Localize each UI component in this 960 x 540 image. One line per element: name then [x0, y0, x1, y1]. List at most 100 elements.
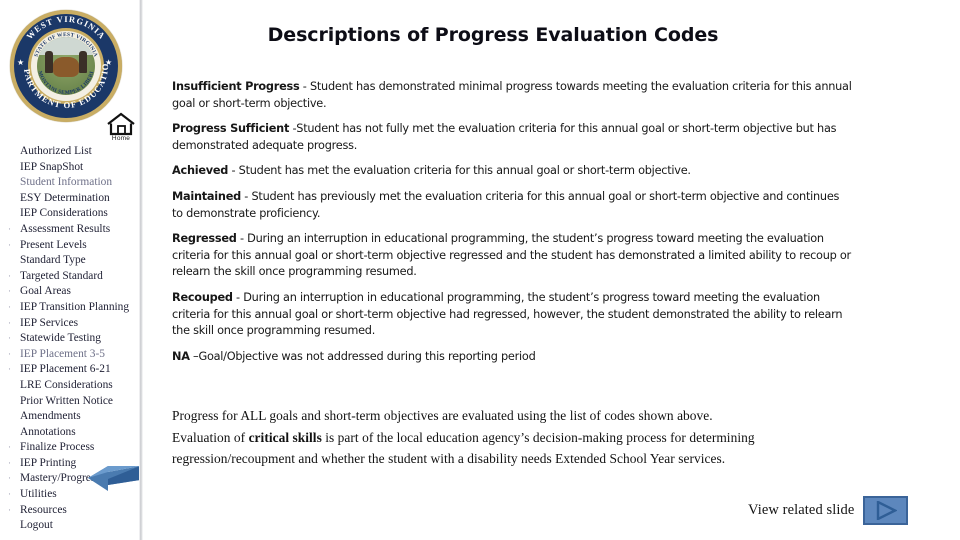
sidebar-item-bullet-icon: ·	[8, 504, 11, 515]
sidebar-item-bullet-icon: ·	[8, 270, 11, 281]
summary-critical-skills-emphasis: critical skills	[248, 429, 322, 445]
summary-line-2-post: is part of the local education agency’s …	[321, 429, 755, 445]
sidebar-item-iep-considerations[interactable]: IEP Considerations	[0, 206, 138, 222]
evaluation-code-description: - During an interruption in educational …	[172, 290, 843, 338]
evaluation-code-term: Progress Sufficient	[172, 122, 290, 136]
sidebar-item-finalize-process[interactable]: · Finalize Process	[0, 440, 138, 456]
sidebar-item-label: ESY Determination	[20, 191, 110, 204]
sidebar-item-label: Statewide Testing	[20, 332, 101, 345]
sidebar-item-bullet-icon: ·	[8, 286, 11, 297]
sidebar-item-bullet-icon: ·	[8, 442, 11, 453]
sidebar-item-label: Targeted Standard	[20, 269, 103, 282]
sidebar-item-iep-placement-3-5[interactable]: · IEP Placement 3-5	[0, 347, 138, 363]
sidebar-item-label: Utilities	[20, 488, 57, 501]
sidebar-item-bullet-icon: ·	[8, 239, 11, 250]
evaluation-code-item: Insufficient Progress - Student has demo…	[172, 79, 852, 112]
sidebar-item-prior-written-notice[interactable]: Prior Written Notice	[0, 394, 138, 410]
sidebar-item-assessment-results[interactable]: · Assessment Results	[0, 222, 138, 238]
sidebar-item-label: LRE Considerations	[20, 378, 113, 391]
summary-line-2: Evaluation of critical skills is part of…	[172, 427, 882, 449]
sidebar-item-label: IEP Services	[20, 316, 79, 329]
evaluation-code-term: Maintained	[172, 189, 241, 203]
sidebar-item-label: Finalize Process	[20, 441, 95, 454]
evaluation-code-term: Achieved	[172, 164, 229, 178]
sidebar-item-standard-type[interactable]: Standard Type	[0, 253, 138, 269]
home-button[interactable]: Home	[104, 112, 138, 142]
evaluation-code-description: - Student has met the evaluation criteri…	[228, 164, 691, 178]
sidebar-item-statewide-testing[interactable]: · Statewide Testing	[0, 331, 138, 347]
page-title: Descriptions of Progress Evaluation Code…	[267, 24, 719, 46]
sidebar-item-label: IEP SnapShot	[20, 160, 84, 173]
sidebar-item-esy-determination[interactable]: ESY Determination	[0, 191, 138, 207]
evaluation-code-item: Progress Sufficient -Student has not ful…	[172, 121, 852, 154]
sidebar-item-label: Prior Written Notice	[20, 394, 113, 407]
sidebar-navigation: WEST VIRGINIA DEPARTMENT OF EDUCATION ST…	[0, 0, 140, 540]
seal-text-state-of-west-virginia: STATE OF WEST VIRGINIA	[33, 32, 98, 58]
sidebar-item-label: Logout	[20, 519, 53, 532]
slide-page: WEST VIRGINIA DEPARTMENT OF EDUCATION ST…	[0, 0, 960, 540]
sidebar-item-logout[interactable]: Logout	[0, 518, 138, 534]
sidebar-item-label: Annotations	[20, 425, 76, 438]
evaluation-code-description: - During an interruption in educational …	[172, 232, 851, 279]
sidebar-item-bullet-icon: ·	[8, 489, 11, 500]
sidebar-item-label: Resources	[20, 503, 67, 516]
seal-star-right: ★	[105, 58, 113, 67]
evaluation-code-item: NA –Goal/Objective was not addressed dur…	[172, 349, 852, 366]
home-icon	[107, 112, 135, 136]
sidebar-item-lre-considerations[interactable]: LRE Considerations	[0, 378, 138, 394]
sidebar-item-iep-placement-6-21[interactable]: · IEP Placement 6-21	[0, 362, 138, 378]
sidebar-item-bullet-icon: ·	[8, 348, 11, 359]
sidebar-item-label: Authorized List	[20, 145, 92, 157]
sidebar-item-annotations[interactable]: Annotations	[0, 425, 138, 441]
sidebar-item-label: IEP Transition Planning	[20, 300, 130, 313]
evaluation-code-item: Regressed - During an interruption in ed…	[172, 231, 852, 281]
sidebar-item-bullet-icon: ·	[8, 301, 11, 312]
sidebar-item-bullet-icon: ·	[8, 473, 11, 484]
sidebar-item-label: IEP Placement 6-21	[20, 363, 111, 376]
evaluation-code-term: Insufficient Progress	[172, 80, 300, 93]
home-label: Home	[111, 135, 131, 142]
sidebar-item-bullet-icon: ·	[8, 333, 11, 344]
sidebar-item-bullet-icon: ·	[8, 317, 11, 328]
next-slide-button[interactable]	[863, 496, 909, 525]
evaluation-code-item: Maintained - Student has previously met …	[172, 189, 852, 222]
sidebar-item-label: IEP Printing	[20, 456, 77, 469]
evaluation-code-term: Regressed	[172, 232, 237, 246]
sidebar-item-bullet-icon: ·	[8, 364, 11, 375]
sidebar-item-student-information[interactable]: Student Information	[0, 175, 138, 191]
sidebar-item-authorized-list[interactable]: Authorized List	[0, 144, 138, 160]
sidebar-item-present-levels[interactable]: · Present Levels	[0, 238, 138, 254]
seal-star-left: ★	[17, 58, 25, 67]
sidebar-item-label: Goal Areas	[20, 285, 71, 298]
sidebar-item-label: Standard Type	[20, 254, 86, 267]
play-triangle-icon	[876, 501, 897, 520]
sidebar-item-label: Amendments	[20, 410, 81, 423]
view-related-slide-label: View related slide	[748, 502, 855, 518]
sidebar-item-iep-services[interactable]: · IEP Services	[0, 316, 138, 332]
sidebar-item-iep-transition-planning[interactable]: · IEP Transition Planning	[0, 300, 138, 316]
sidebar-item-amendments[interactable]: Amendments	[0, 409, 138, 425]
summary-line-1: Progress for ALL goals and short-term ob…	[172, 408, 713, 423]
sidebar-item-label: IEP Placement 3-5	[20, 347, 105, 360]
sidebar-item-label: Present Levels	[20, 238, 87, 251]
evaluation-code-term: Recouped	[172, 290, 233, 304]
view-related-slide-control[interactable]: View related slide	[748, 496, 909, 525]
mastery-progress-callout-arrow	[88, 466, 140, 491]
sidebar-item-iep-snapshot[interactable]: IEP SnapShot	[0, 160, 138, 176]
seal-text-motto: MONTANI SEMPER LIBERI	[36, 70, 95, 96]
evaluation-code-description: –Goal/Objective was not addressed during…	[189, 349, 536, 363]
evaluation-code-item: Recouped - During an interruption in edu…	[172, 290, 852, 340]
sidebar-item-label: Assessment Results	[20, 222, 111, 235]
evaluation-code-description: - Student has previously met the evaluat…	[172, 189, 840, 220]
sidebar-item-bullet-icon: ·	[8, 457, 11, 468]
sidebar-item-bullet-icon: ·	[8, 223, 11, 234]
evaluation-code-item: Achieved - Student has met the evaluatio…	[172, 163, 852, 180]
wvde-seal-logo: WEST VIRGINIA DEPARTMENT OF EDUCATION ST…	[8, 8, 128, 126]
evaluation-code-term: NA	[172, 349, 190, 363]
sidebar-item-goal-areas[interactable]: · Goal Areas	[0, 284, 138, 300]
sidebar-item-targeted-standard[interactable]: · Targeted Standard	[0, 269, 138, 285]
sidebar-item-resources[interactable]: · Resources	[0, 503, 138, 519]
sidebar-item-label: IEP Considerations	[20, 207, 108, 220]
summary-paragraph: Progress for ALL goals and short-term ob…	[172, 405, 882, 470]
summary-line-2-pre: Evaluation of	[172, 429, 249, 445]
